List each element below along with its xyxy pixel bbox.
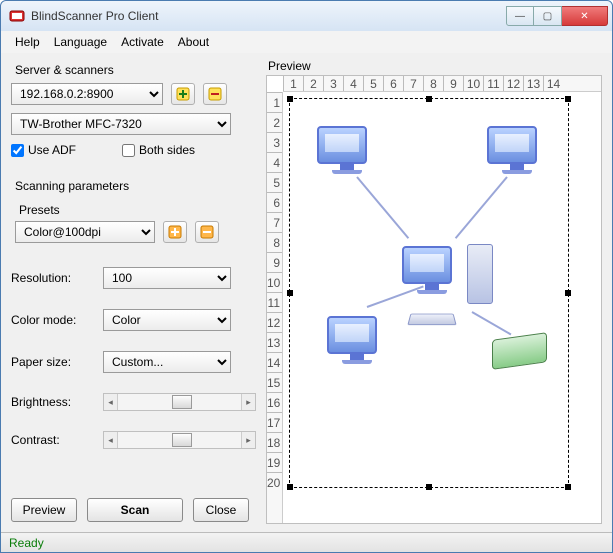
- chevron-right-icon[interactable]: ▸: [241, 394, 255, 410]
- minimize-button[interactable]: —: [506, 6, 534, 26]
- preset-select[interactable]: Color@100dpi: [15, 221, 155, 243]
- menu-about[interactable]: About: [172, 33, 215, 51]
- colormode-select[interactable]: Color: [103, 309, 231, 331]
- plus-icon: [168, 225, 182, 239]
- status-text: Ready: [9, 536, 44, 550]
- colormode-label: Color mode:: [11, 313, 103, 327]
- remove-server-button[interactable]: [203, 83, 227, 105]
- brightness-slider[interactable]: ◂ ▸: [103, 393, 256, 411]
- papersize-label: Paper size:: [11, 355, 103, 369]
- params-group-label: Scanning parameters: [15, 179, 256, 193]
- title-bar: BlindScanner Pro Client — ▢ ✕: [1, 1, 612, 31]
- maximize-button[interactable]: ▢: [534, 6, 562, 26]
- window-title: BlindScanner Pro Client: [31, 9, 506, 23]
- scanner-select[interactable]: TW-Brother MFC-7320: [11, 113, 231, 135]
- preview-label: Preview: [268, 59, 602, 73]
- preview-button[interactable]: Preview: [11, 498, 77, 522]
- preview-image: [317, 126, 547, 406]
- ruler-vertical: 1234567891011121314151617181920: [267, 92, 283, 523]
- menu-bar: Help Language Activate About: [1, 31, 612, 53]
- preview-canvas[interactable]: [287, 96, 597, 519]
- scan-button[interactable]: Scan: [87, 498, 183, 522]
- contrast-label: Contrast:: [11, 433, 103, 447]
- contrast-slider[interactable]: ◂ ▸: [103, 431, 256, 449]
- add-server-button[interactable]: [171, 83, 195, 105]
- menu-help[interactable]: Help: [9, 33, 46, 51]
- presets-label: Presets: [19, 203, 256, 217]
- add-preset-button[interactable]: [163, 221, 187, 243]
- minus-icon: [208, 87, 222, 101]
- use-adf-checkbox[interactable]: Use ADF: [11, 143, 76, 157]
- papersize-select[interactable]: Custom...: [103, 351, 231, 373]
- resolution-select[interactable]: 100: [103, 267, 231, 289]
- server-group-label: Server & scanners: [15, 63, 256, 77]
- minus-icon: [200, 225, 214, 239]
- chevron-right-icon[interactable]: ▸: [241, 432, 255, 448]
- plus-icon: [176, 87, 190, 101]
- brightness-label: Brightness:: [11, 395, 103, 409]
- ruler-horizontal: 1234567891011121314: [283, 76, 601, 92]
- menu-language[interactable]: Language: [48, 33, 113, 51]
- close-button[interactable]: Close: [193, 498, 249, 522]
- resolution-label: Resolution:: [11, 271, 103, 285]
- app-icon: [9, 8, 25, 24]
- chevron-left-icon[interactable]: ◂: [104, 432, 118, 448]
- both-sides-checkbox[interactable]: Both sides: [122, 143, 195, 157]
- remove-preset-button[interactable]: [195, 221, 219, 243]
- preview-pane[interactable]: 1234567891011121314 12345678910111213141…: [266, 75, 602, 524]
- close-window-button[interactable]: ✕: [562, 6, 608, 26]
- status-bar: Ready: [1, 532, 612, 552]
- server-address-select[interactable]: 192.168.0.2:8900: [11, 83, 163, 105]
- menu-activate[interactable]: Activate: [115, 33, 170, 51]
- chevron-left-icon[interactable]: ◂: [104, 394, 118, 410]
